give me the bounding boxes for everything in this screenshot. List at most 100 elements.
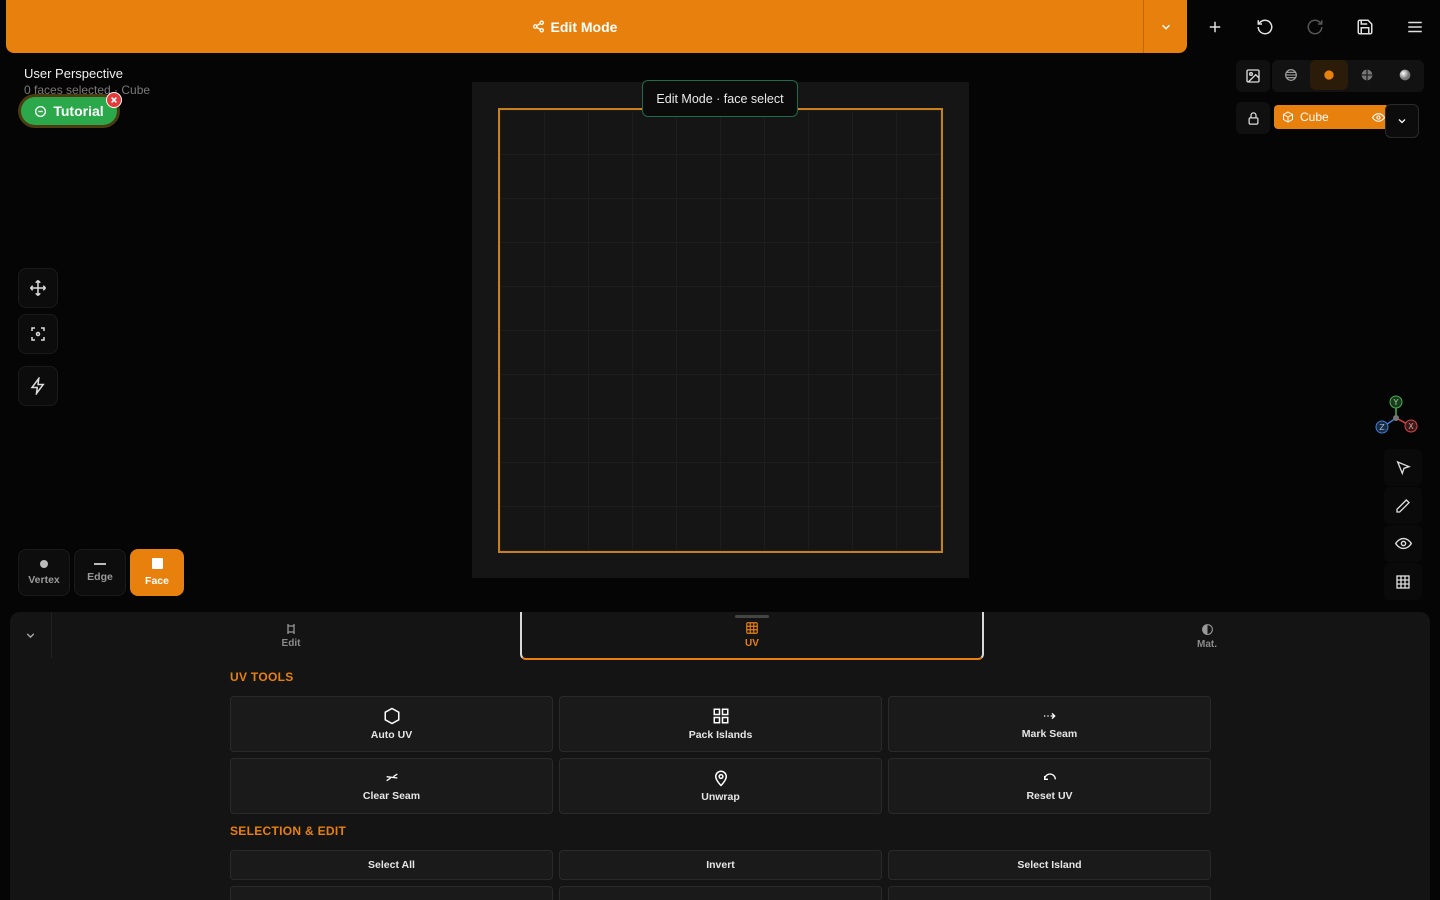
undo-icon <box>1256 18 1274 36</box>
wireframe-shading-button[interactable] <box>1272 60 1310 90</box>
cursor-icon <box>1395 460 1411 476</box>
play-circle-icon <box>34 105 47 118</box>
move-arrows-icon <box>29 279 47 297</box>
selection-edit-heading: SELECTION & EDIT <box>230 824 347 838</box>
vertex-mode-button[interactable]: Vertex <box>18 549 70 596</box>
material-icon <box>1201 623 1214 636</box>
edge-mode-button[interactable]: Edge <box>74 549 126 596</box>
select-island-button[interactable]: Select Island <box>888 850 1211 880</box>
viewport-title: User Perspective <box>24 66 123 81</box>
share-nodes-icon <box>532 20 545 33</box>
background-image-button[interactable] <box>1236 60 1270 92</box>
tab-material-label: Mat. <box>1197 638 1217 650</box>
lock-object-button[interactable] <box>1236 102 1270 134</box>
menu-button[interactable] <box>1395 10 1435 44</box>
auto-uv-label: Auto UV <box>370 729 413 741</box>
pack-islands-button[interactable]: Pack Islands <box>559 696 882 752</box>
redo-icon <box>1306 18 1324 36</box>
tutorial-button[interactable]: Tutorial <box>18 92 122 128</box>
mode-selector[interactable]: Edit Mode <box>6 19 1143 35</box>
add-button[interactable] <box>1195 10 1235 44</box>
mode-label: Edit Mode <box>550 18 618 35</box>
selection-row-button[interactable] <box>230 886 553 900</box>
clear-seam-label: Clear Seam <box>362 790 421 802</box>
mode-dropdown-button[interactable] <box>1143 0 1187 53</box>
tab-material[interactable]: Mat. <box>984 612 1430 660</box>
mark-seam-label: Mark Seam <box>1021 728 1078 740</box>
save-button[interactable] <box>1345 10 1385 44</box>
cube-icon <box>1282 111 1294 123</box>
shading-mode-group <box>1272 60 1424 92</box>
top-actions <box>1195 10 1435 44</box>
mark-seam-button[interactable]: Mark Seam <box>888 696 1211 752</box>
checker-sphere-icon <box>1359 67 1375 83</box>
reset-uv-label: Reset UV <box>1026 790 1073 802</box>
unwrap-button[interactable]: Unwrap <box>559 758 882 814</box>
select-tool-button[interactable] <box>1384 449 1422 486</box>
image-icon <box>1245 68 1261 84</box>
pack-islands-label: Pack Islands <box>688 729 753 741</box>
object-name: Cube <box>1300 110 1329 124</box>
edge-label: Edge <box>87 570 113 583</box>
draw-tool-button[interactable] <box>1384 487 1422 524</box>
move-tool-button[interactable] <box>18 268 58 308</box>
redo-button[interactable] <box>1295 10 1335 44</box>
eye-icon[interactable] <box>1372 111 1385 124</box>
face-label: Face <box>145 575 169 587</box>
selection-row-button[interactable] <box>888 886 1211 900</box>
lock-icon <box>1246 111 1261 126</box>
uv-grid-icon <box>745 621 759 635</box>
eye-icon <box>1394 535 1412 552</box>
quick-action-button[interactable] <box>18 366 58 406</box>
solid-sphere-icon <box>1321 67 1337 83</box>
tab-edit[interactable]: Edit <box>62 612 520 660</box>
uv-face-bounds <box>498 108 943 553</box>
active-object-chip[interactable]: Cube <box>1274 105 1389 129</box>
map-pin-icon <box>712 769 730 787</box>
uv-canvas[interactable] <box>472 82 969 578</box>
select-mode-group: Vertex Edge Face <box>18 549 184 596</box>
material-shading-button[interactable] <box>1348 60 1386 90</box>
tab-uv[interactable]: UV <box>520 612 984 660</box>
selection-row-button[interactable] <box>559 886 882 900</box>
clear-seam-button[interactable]: Clear Seam <box>230 758 553 814</box>
invert-selection-button[interactable]: Invert <box>559 850 882 880</box>
tab-uv-label: UV <box>745 638 759 649</box>
axis-x-label: X <box>1408 422 1414 431</box>
focus-tool-button[interactable] <box>18 314 58 354</box>
tutorial-label: Tutorial <box>53 103 104 119</box>
vertex-icon <box>40 559 48 568</box>
canvas-mode-label: Edit Mode · face select <box>642 80 798 117</box>
undo-icon <box>1042 770 1058 786</box>
transform-icon <box>285 623 297 635</box>
unwrap-label: Unwrap <box>701 791 740 803</box>
grid-toggle-button[interactable] <box>1384 563 1422 600</box>
tutorial-close-button[interactable] <box>106 92 122 108</box>
reset-uv-button[interactable]: Reset UV <box>888 758 1211 814</box>
mode-bar: Edit Mode <box>6 0 1187 53</box>
axis-gizmo[interactable]: Y Z X <box>1370 392 1424 436</box>
solid-shading-button[interactable] <box>1310 60 1348 90</box>
panel-tabs: Edit UV Mat. <box>62 612 1430 662</box>
grid-icon <box>712 707 730 725</box>
axis-z-label: Z <box>1379 423 1385 432</box>
chevron-down-icon <box>1159 20 1173 34</box>
visibility-tool-button[interactable] <box>1384 525 1422 562</box>
uv-tools-grid: Auto UV Pack Islands Mark Seam Clear Sea… <box>230 696 1211 814</box>
close-icon <box>110 96 118 104</box>
arrow-dashed-icon <box>1042 708 1058 724</box>
auto-uv-button[interactable]: Auto UV <box>230 696 553 752</box>
undo-button[interactable] <box>1245 10 1285 44</box>
vertex-label: Vertex <box>28 573 60 586</box>
face-mode-button[interactable]: Face <box>130 549 184 596</box>
bottom-panel: Edit UV Mat. UV TOOLS Auto UV Pack Islan… <box>10 612 1430 900</box>
wireframe-sphere-icon <box>1283 67 1299 83</box>
grid-icon <box>1395 574 1411 590</box>
seam-clear-icon <box>384 770 400 786</box>
select-all-button[interactable]: Select All <box>230 850 553 880</box>
collapse-panel-button[interactable] <box>10 612 52 658</box>
tab-edit-label: Edit <box>281 638 301 649</box>
object-dropdown-button[interactable] <box>1385 104 1419 138</box>
rendered-shading-button[interactable] <box>1386 60 1424 90</box>
pencil-icon <box>1395 498 1411 514</box>
